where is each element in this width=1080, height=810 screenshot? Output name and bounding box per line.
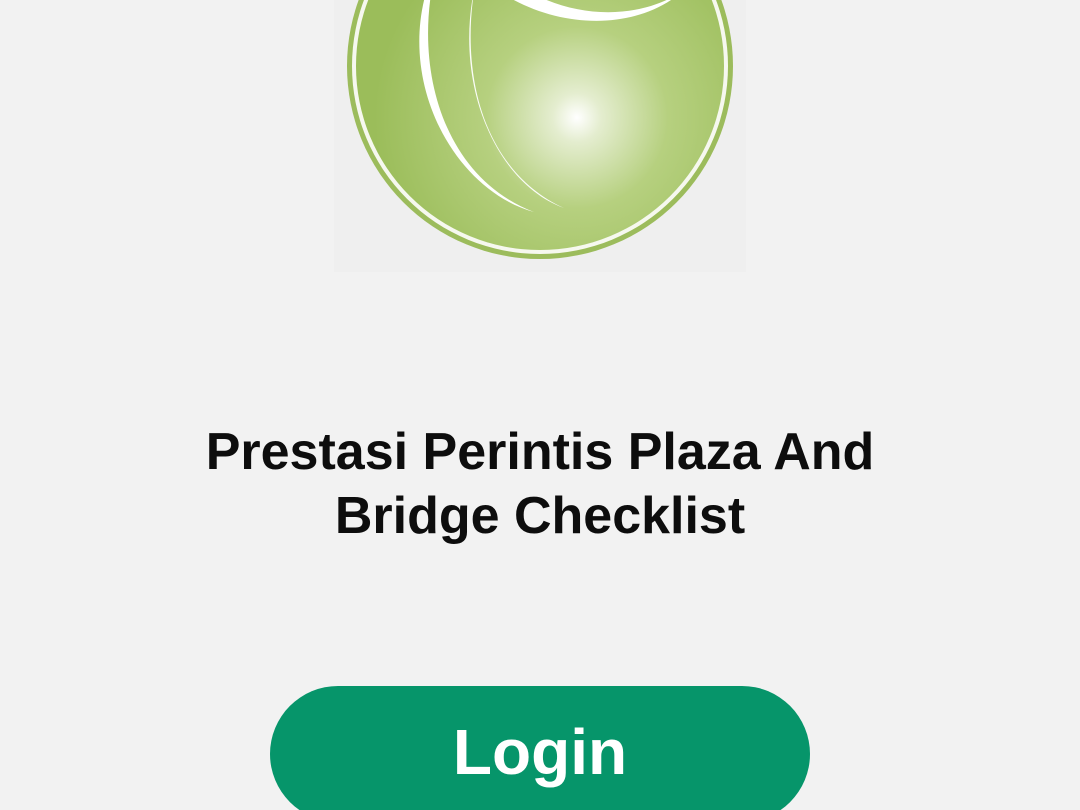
login-screen: Prestasi Perintis Plaza And Bridge Check…: [0, 0, 1080, 810]
company-logo-icon: [347, 0, 733, 259]
company-logo: [334, 0, 746, 272]
login-button[interactable]: Login: [270, 686, 810, 810]
app-title: Prestasi Perintis Plaza And Bridge Check…: [205, 423, 875, 545]
login-button-label: Login: [452, 716, 628, 788]
